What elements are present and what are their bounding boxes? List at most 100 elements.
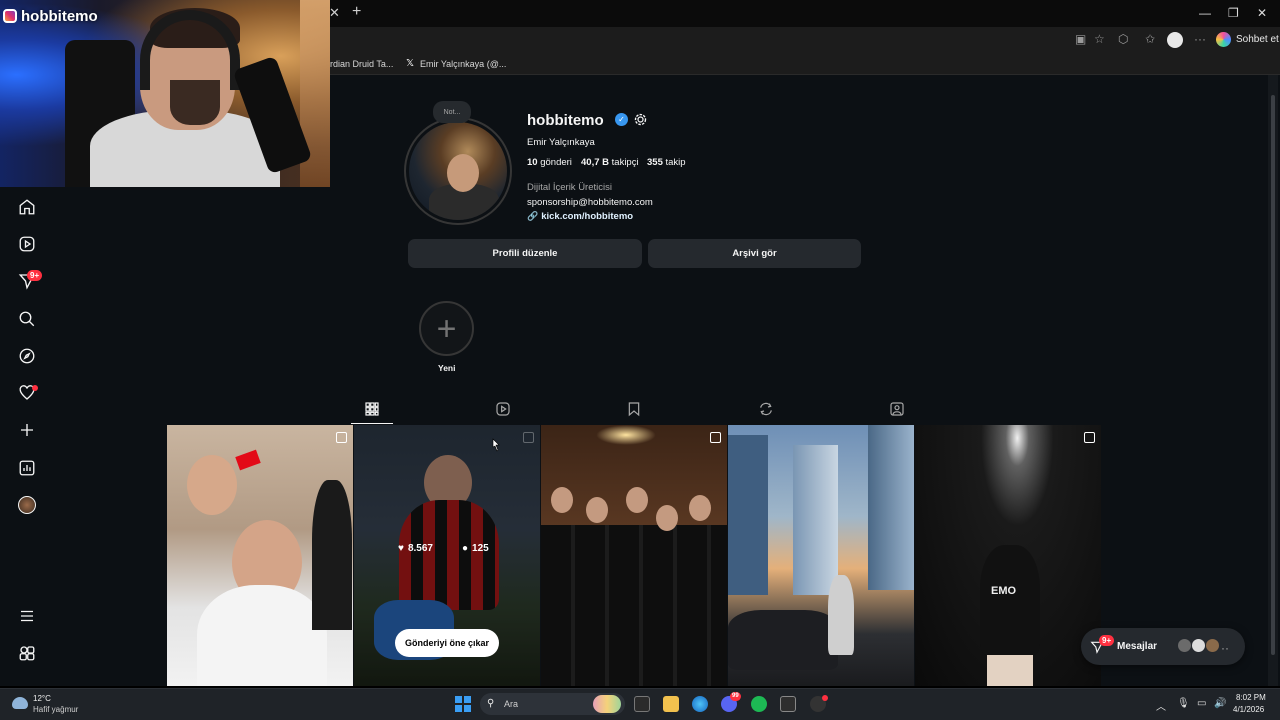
favorites-icon[interactable]: ✩ (1145, 32, 1155, 46)
post-skyscraper (728, 435, 768, 595)
also-from-meta-icon[interactable] (17, 643, 37, 663)
carousel-indicator-icon (1084, 432, 1095, 443)
post-person-face (626, 487, 648, 513)
following-stat[interactable]: 355 takip (647, 157, 686, 168)
terminal-icon[interactable] (780, 696, 796, 712)
post-suited-group (541, 525, 727, 686)
grid-post[interactable] (541, 425, 727, 686)
avatar (1177, 638, 1192, 653)
dashboard-icon[interactable] (17, 458, 37, 478)
scrollbar-thumb[interactable] (1271, 95, 1275, 655)
spotify-icon[interactable] (751, 696, 767, 712)
new-highlight-label: Yeni (438, 363, 456, 373)
profile-link-text[interactable]: kick.com/hobbitemo (541, 211, 633, 222)
comments-count: ● 125 (462, 543, 489, 554)
favorite-star-icon[interactable]: ☆ (1094, 32, 1105, 46)
browser-profile-avatar[interactable] (1167, 32, 1183, 48)
post-person (828, 575, 854, 655)
post-person-shirt (197, 585, 327, 686)
reader-mode-icon[interactable]: ▣ (1075, 32, 1086, 46)
post-person-face (689, 495, 711, 521)
view-archive-button[interactable]: Arşivi gör (648, 239, 861, 268)
post-player-back (980, 545, 1040, 655)
grid-post[interactable] (728, 425, 914, 686)
extensions-icon[interactable]: ⬡ (1118, 32, 1128, 46)
task-view-icon[interactable] (634, 696, 650, 712)
taskbar-clock-date[interactable]: 4/1/2026 (1233, 705, 1264, 714)
messages-badge: 9+ (1099, 635, 1115, 646)
streamer-name: hobbitemo (21, 8, 98, 25)
avatar-face (447, 154, 479, 192)
grid-post[interactable]: EMO (915, 425, 1101, 686)
explore-icon[interactable] (17, 346, 37, 366)
mouse-cursor-icon (492, 438, 500, 452)
close-window-button[interactable]: ✕ (1257, 6, 1267, 20)
edit-profile-button[interactable]: Profili düzenle (408, 239, 642, 268)
profile-avatar-large[interactable] (409, 122, 507, 220)
search-placeholder: Ara (504, 699, 519, 709)
avatar (1205, 638, 1220, 653)
chandelier (596, 425, 656, 445)
new-highlight-button[interactable]: + (419, 301, 474, 356)
reels-icon[interactable] (17, 234, 37, 254)
reel-indicator-icon (336, 432, 347, 443)
likes-count: ♥ 8.567 (398, 543, 433, 554)
comment-icon: ● (462, 543, 469, 554)
profile-email: sponsorship@hobbitemo.com (527, 197, 653, 208)
copilot-icon[interactable] (1216, 32, 1231, 47)
minimize-button[interactable]: — (1199, 6, 1211, 20)
post-player-legs (987, 655, 1033, 686)
bookmark-item[interactable]: rdian Druid Ta... (330, 59, 393, 69)
reels-tab-icon[interactable] (495, 401, 511, 417)
instagram-logo-icon (3, 9, 17, 23)
post-person-face (586, 497, 608, 523)
search-icon[interactable] (17, 309, 37, 329)
pin-post-button[interactable]: Gönderiyi öne çıkar (395, 629, 499, 657)
taskbar-clock-time[interactable]: 8:02 PM (1236, 693, 1266, 702)
edge-browser-icon[interactable] (692, 696, 708, 712)
maximize-button[interactable]: ❐ (1228, 6, 1239, 20)
webcam-overlay: hobbitemo (0, 0, 330, 187)
windows-start-icon[interactable] (455, 696, 471, 712)
profile-full-name: Emir Yalçınkaya (527, 137, 595, 148)
settings-gear-icon[interactable] (633, 112, 648, 127)
active-tab-indicator (351, 423, 393, 424)
copilot-chat-button[interactable]: Sohbet et (1236, 34, 1279, 45)
saved-tab-icon[interactable] (626, 401, 642, 417)
verified-badge-icon: ✓ (615, 113, 628, 126)
avatar (1191, 638, 1206, 653)
messages-badge: 9+ (27, 270, 43, 281)
profile-avatar[interactable] (17, 495, 37, 515)
file-explorer-icon[interactable] (663, 696, 679, 712)
search-icon: ⚲ (487, 698, 495, 709)
microphone-icon[interactable]: 🎙 (1177, 698, 1190, 709)
close-tab-icon[interactable]: ✕ (329, 5, 340, 21)
more-menu-icon[interactable] (17, 606, 37, 626)
notification-dot (32, 385, 38, 391)
post-person-face (551, 487, 573, 513)
create-icon[interactable] (17, 420, 37, 440)
show-hidden-icons-icon[interactable]: ︿ (1156, 698, 1166, 713)
tagged-tab-icon[interactable] (889, 401, 905, 417)
new-tab-button[interactable]: + (352, 3, 361, 21)
weather-description[interactable]: Hafif yağmur (33, 705, 78, 714)
more-options-icon[interactable]: ··· (1194, 32, 1206, 46)
posts-grid-icon[interactable] (364, 401, 380, 417)
post-skyscraper (793, 445, 838, 595)
weather-cloud-icon[interactable] (12, 697, 28, 709)
bookmark-item[interactable]: Emir Yalçınkaya (@... (420, 59, 506, 69)
post-person-face (656, 505, 678, 531)
recording-dot (822, 695, 828, 701)
reposts-tab-icon[interactable] (758, 401, 774, 417)
grid-post[interactable] (167, 425, 353, 686)
home-icon[interactable] (17, 197, 37, 217)
volume-icon[interactable]: 🔊 (1214, 698, 1226, 709)
network-icon[interactable]: ▭ (1197, 698, 1206, 709)
post-person-dark (312, 480, 352, 630)
followers-stat[interactable]: 40,7 B takipçi (581, 157, 639, 168)
note-bubble[interactable]: Not... (433, 101, 471, 123)
profile-link[interactable]: 🔗 kick.com/hobbitemo (527, 211, 633, 222)
messages-label: Mesajlar (1117, 641, 1158, 652)
weather-temperature[interactable]: 12°C (33, 694, 51, 703)
profile-username: hobbitemo (527, 112, 604, 129)
